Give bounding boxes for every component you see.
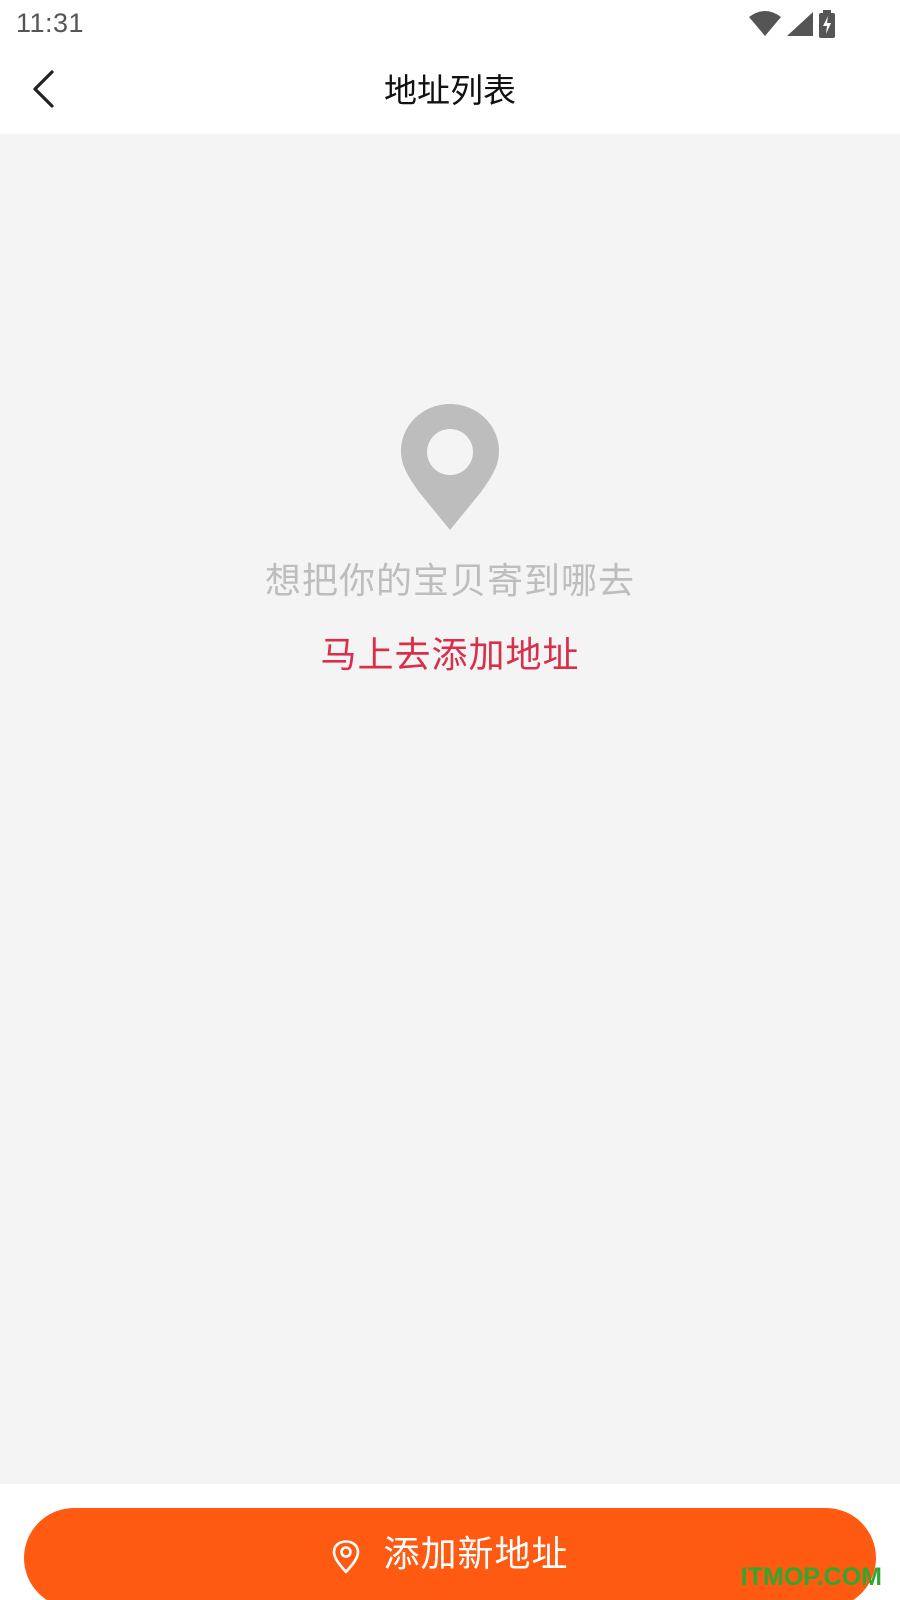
location-outline-icon <box>331 1540 361 1574</box>
empty-state: 想把你的宝贝寄到哪去 马上去添加地址 <box>0 404 900 678</box>
location-pin-icon <box>0 404 900 530</box>
battery-charging-icon <box>818 10 836 38</box>
wifi-icon <box>748 11 782 37</box>
signal-icon <box>786 11 814 37</box>
header: 地址列表 <box>0 48 900 134</box>
page-title: 地址列表 <box>384 71 516 110</box>
status-time: 11:31 <box>16 8 85 38</box>
back-button[interactable] <box>18 66 68 116</box>
add-new-address-label: 添加新地址 <box>383 1534 569 1575</box>
status-icons <box>748 9 836 39</box>
add-address-link[interactable]: 马上去添加地址 <box>320 626 579 678</box>
content-area: 想把你的宝贝寄到哪去 马上去添加地址 <box>0 134 900 1484</box>
bottom-bar: 添加新地址 ITMOP.COM <box>0 1484 900 1600</box>
watermark: ITMOP.COM <box>740 1563 882 1591</box>
status-bar: 11:31 <box>0 0 900 48</box>
address-list-screen: 11:31 地址列表 想把你的宝贝寄到哪去 马上去添加地址 添加新地址 ITMO… <box>0 0 900 1600</box>
empty-message: 想把你的宝贝寄到哪去 <box>264 561 635 602</box>
chevron-left-icon <box>30 69 56 113</box>
